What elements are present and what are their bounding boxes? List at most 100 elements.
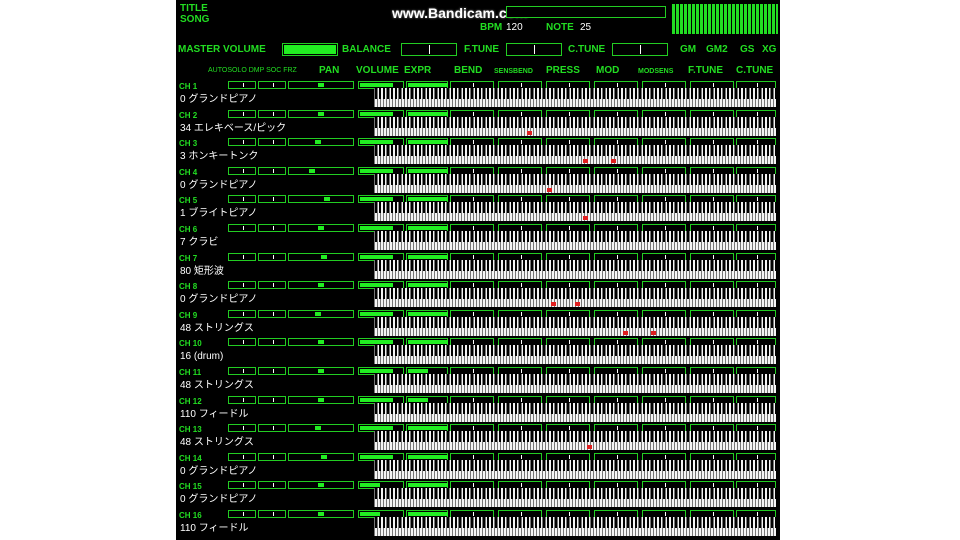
pan-slider[interactable]: [288, 281, 354, 290]
piano-keyboard: [374, 231, 776, 250]
channel-row: CH 11 48 ストリングス: [176, 366, 780, 395]
pan-slider[interactable]: [288, 309, 354, 318]
channel-label[interactable]: CH 4: [179, 168, 197, 178]
channel-label[interactable]: CH 11: [179, 368, 201, 378]
mode-gm-button[interactable]: GM: [680, 45, 696, 55]
active-note-indicator: [575, 302, 580, 307]
channel-param-slider[interactable]: [228, 510, 256, 518]
pan-slider[interactable]: [288, 452, 354, 461]
channel-param-slider[interactable]: [258, 481, 286, 490]
channel-param-slider[interactable]: [228, 452, 256, 461]
channel-param-slider[interactable]: [258, 367, 286, 375]
mode-gm2-button[interactable]: GM2: [706, 45, 728, 55]
master-ctune-slider[interactable]: [612, 43, 668, 56]
channel-param-slider[interactable]: [258, 395, 286, 404]
channel-param-slider[interactable]: [258, 81, 286, 89]
pan-slider[interactable]: [288, 224, 354, 232]
channel-label[interactable]: CH 15: [179, 482, 202, 492]
piano-keyboard: [374, 345, 776, 365]
column-header-volume: VOLUME: [356, 65, 399, 76]
pan-slider[interactable]: [288, 195, 354, 204]
channel-param-slider[interactable]: [228, 166, 256, 175]
channel-param-slider[interactable]: [228, 481, 256, 490]
channel-param-slider[interactable]: [258, 452, 286, 461]
channel-param-slider[interactable]: [228, 395, 256, 404]
channel-param-slider[interactable]: [228, 195, 256, 204]
master-ftune-slider[interactable]: [506, 43, 562, 56]
channel-label[interactable]: CH 13: [179, 425, 202, 435]
mode-gs-button[interactable]: GS: [740, 45, 754, 55]
pan-slider[interactable]: [288, 510, 354, 518]
channel-label[interactable]: CH 12: [179, 397, 202, 407]
active-note-indicator: [583, 216, 588, 221]
pan-slider[interactable]: [288, 138, 354, 147]
channel-param-slider[interactable]: [258, 252, 286, 261]
instrument-name: 0 グランドピアノ: [180, 94, 258, 105]
channel-row: CH 7 80 矩形波: [176, 252, 780, 281]
channel-param-slider[interactable]: [228, 281, 256, 290]
channel-param-slider[interactable]: [228, 252, 256, 261]
piano-keyboard: [374, 517, 776, 536]
channel-param-slider[interactable]: [228, 367, 256, 375]
instrument-name: 0 グランドピアノ: [180, 494, 258, 506]
channel-param-slider[interactable]: [228, 109, 256, 118]
channel-row: CH 10 16 (drum): [176, 337, 780, 366]
channel-param-slider[interactable]: [258, 281, 286, 290]
level-meter: [672, 4, 778, 34]
piano-keyboard: [374, 374, 776, 393]
piano-keyboard: [374, 431, 776, 451]
channel-label[interactable]: CH 10: [179, 339, 202, 349]
mode-xg-button[interactable]: XG: [762, 45, 776, 55]
pan-slider[interactable]: [288, 338, 354, 347]
pan-slider[interactable]: [288, 109, 354, 118]
channel-param-slider[interactable]: [258, 424, 286, 433]
piano-keyboard: [374, 202, 776, 222]
pan-slider[interactable]: [288, 367, 354, 375]
channel-label[interactable]: CH 8: [179, 282, 197, 292]
pan-slider[interactable]: [288, 424, 354, 433]
channel-param-slider[interactable]: [228, 424, 256, 433]
channel-param-slider[interactable]: [228, 224, 256, 232]
channel-param-slider[interactable]: [228, 309, 256, 318]
channel-label[interactable]: CH 6: [179, 225, 197, 235]
channel-param-slider[interactable]: [258, 109, 286, 118]
piano-keyboard: [374, 116, 776, 136]
channel-label[interactable]: CH 3: [179, 139, 197, 149]
instrument-name: 1 ブライトピアノ: [180, 208, 258, 220]
pan-slider[interactable]: [288, 81, 354, 89]
column-header-mod: MOD: [596, 65, 620, 76]
instrument-name: 3 ホンキートンク: [180, 151, 259, 163]
channel-param-slider[interactable]: [258, 138, 286, 147]
channel-row: CH 5 1 ブライトピアノ: [176, 194, 780, 223]
channel-row: CH 16 110 フィードル: [176, 509, 780, 538]
pan-slider[interactable]: [288, 166, 354, 175]
pan-slider[interactable]: [288, 481, 354, 490]
channel-param-slider[interactable]: [228, 81, 256, 89]
channel-param-slider[interactable]: [258, 224, 286, 232]
instrument-name: 48 ストリングス: [180, 322, 254, 334]
master-volume-slider[interactable]: [282, 43, 338, 56]
pan-slider[interactable]: [288, 252, 354, 261]
channel-param-slider[interactable]: [228, 338, 256, 347]
channel-label[interactable]: CH 1: [179, 82, 197, 92]
channel-label[interactable]: CH 16: [179, 511, 202, 521]
channel-param-slider[interactable]: [258, 195, 286, 204]
active-note-indicator: [583, 159, 588, 164]
channel-param-slider[interactable]: [258, 166, 286, 175]
channel-param-slider[interactable]: [258, 338, 286, 347]
channel-label[interactable]: CH 5: [179, 196, 197, 206]
balance-slider[interactable]: [401, 43, 457, 56]
piano-keyboard: [374, 288, 776, 308]
channel-param-slider[interactable]: [258, 309, 286, 318]
channel-param-slider[interactable]: [258, 510, 286, 518]
pan-slider[interactable]: [288, 395, 354, 404]
active-note-indicator: [547, 187, 552, 192]
midi-player-window: TITLE SONG www.Bandicam.com BPM 120 NOTE…: [176, 0, 780, 540]
channel-param-slider[interactable]: [228, 138, 256, 147]
note-label: NOTE: [546, 22, 574, 33]
channel-label[interactable]: CH 2: [179, 111, 197, 121]
channel-label[interactable]: CH 9: [179, 311, 197, 321]
master-volume-label: MASTER VOLUME: [178, 44, 266, 55]
channel-label[interactable]: CH 7: [179, 254, 197, 264]
channel-label[interactable]: CH 14: [179, 454, 202, 464]
